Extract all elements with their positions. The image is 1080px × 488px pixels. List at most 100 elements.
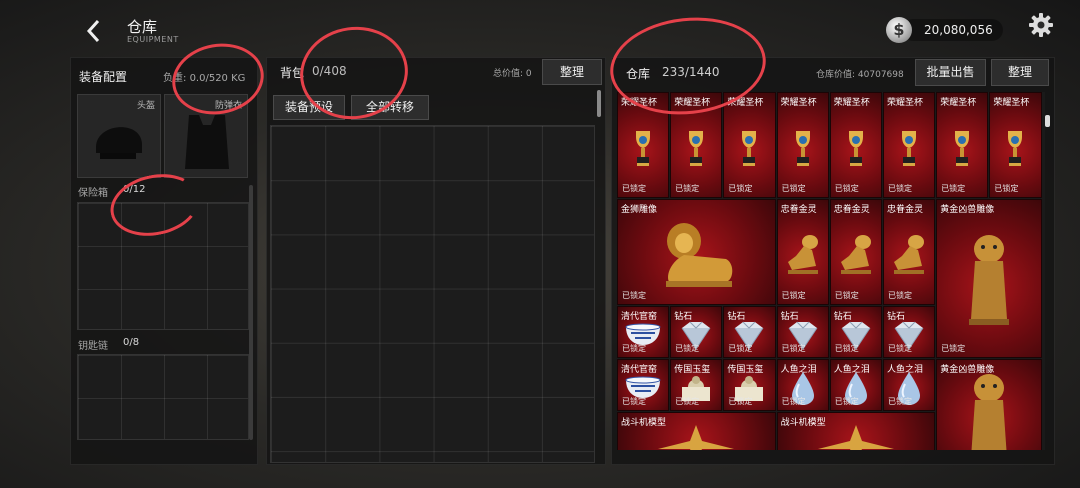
golden-dog-icon	[888, 232, 930, 282]
warehouse-item[interactable]: 钻石 已锁定	[776, 305, 829, 358]
golden-dog-icon	[782, 232, 824, 282]
warehouse-title: 仓库	[626, 67, 651, 81]
locked-label: 已锁定	[781, 397, 806, 407]
helmet-slot[interactable]: 头盔	[77, 94, 161, 178]
locked-label: 已锁定	[622, 343, 646, 353]
lion-statue-icon	[654, 215, 738, 299]
locked-label: 已锁定	[834, 183, 859, 193]
warehouse-item[interactable]: 人鱼之泪 已锁定	[829, 359, 882, 412]
locked-label: 已锁定	[781, 343, 806, 353]
trophy-icon	[738, 128, 760, 172]
locked-label: 已锁定	[675, 183, 700, 193]
back-button[interactable]	[82, 16, 106, 46]
locked-label: 已锁定	[834, 397, 859, 407]
warehouse-scrollbar[interactable]	[1045, 115, 1050, 127]
warehouse-item[interactable]: 荣耀圣杯 已锁定	[989, 92, 1042, 198]
locked-label: 已锁定	[728, 343, 753, 353]
locked-label: 已锁定	[994, 183, 1019, 193]
warehouse-item[interactable]: 荣耀圣杯 已锁定	[723, 92, 776, 198]
warehouse-item[interactable]: 荣耀圣杯 已锁定	[670, 92, 723, 198]
backpack-scrollbar[interactable]	[597, 90, 601, 117]
warehouse-item[interactable]: 战斗机模型	[617, 412, 776, 450]
chevron-left-icon	[86, 19, 100, 43]
warehouse-item[interactable]: 荣耀圣杯 已锁定	[829, 92, 882, 198]
locked-label: 已锁定	[941, 343, 966, 353]
bulk-sell-button[interactable]: 批量出售	[915, 59, 986, 86]
warehouse-item[interactable]: 人鱼之泪 已锁定	[776, 359, 829, 412]
weight-label-text: 负重:	[163, 73, 187, 84]
locked-label: 已锁定	[728, 183, 753, 193]
warehouse-item[interactable]: 忠眷金灵 已锁定	[883, 198, 936, 305]
weight-label: 负重: 0.0/520 KG	[163, 69, 245, 84]
transfer-all-button[interactable]: 全部转移	[351, 95, 429, 120]
item-name: 荣耀圣杯	[674, 98, 711, 108]
backpack-title: 背包	[280, 66, 305, 80]
warehouse-item[interactable]: 传国玉玺 已锁定	[723, 359, 776, 412]
warehouse-value-number: 40707698	[857, 70, 904, 80]
item-name: 忠眷金灵	[833, 204, 870, 215]
warehouse-item[interactable]: 忠眷金灵 已锁定	[776, 198, 829, 305]
locked-label: 已锁定	[888, 397, 912, 407]
trophy-icon	[685, 128, 707, 172]
warehouse-item[interactable]: 忠眷金灵 已锁定	[829, 198, 882, 305]
equipment-scrollbar[interactable]	[249, 185, 253, 440]
warehouse-item[interactable]: 钻石 已锁定	[829, 305, 882, 358]
warehouse-item[interactable]: 黄金凶兽雕像已锁定	[936, 359, 1042, 450]
item-name: 荣耀圣杯	[940, 98, 977, 108]
equipment-title: 装备配置	[79, 70, 128, 84]
item-name: 黄金凶兽雕像	[940, 204, 995, 215]
keychain-count: 0/8	[123, 337, 140, 348]
trophy-icon	[898, 128, 920, 172]
jet-model-icon	[656, 423, 736, 450]
warehouse-item[interactable]: 金狮雕像 已锁定	[617, 198, 776, 305]
locked-label: 已锁定	[728, 397, 753, 407]
warehouse-item[interactable]: 清代官窑 已锁定	[617, 359, 670, 412]
safebox-grid[interactable]	[77, 202, 249, 330]
warehouse-item[interactable]: 荣耀圣杯 已锁定	[936, 92, 989, 198]
item-name: 荣耀圣杯	[887, 98, 924, 108]
warehouse-item[interactable]: 人鱼之泪 已锁定	[883, 359, 936, 412]
locked-label: 已锁定	[622, 397, 646, 407]
page-subtitle: EQUIPMENT	[127, 35, 179, 44]
locked-label: 已锁定	[675, 397, 700, 407]
warehouse-item[interactable]: 清代官窑 已锁定	[617, 305, 670, 358]
warehouse-item[interactable]: 荣耀圣杯 已锁定	[776, 92, 829, 198]
currency-display: 20,080,056	[902, 19, 1003, 41]
locked-label: 已锁定	[781, 290, 806, 300]
settings-button[interactable]	[1026, 10, 1056, 40]
backpack-sort-button[interactable]: 整理	[542, 59, 602, 85]
item-name: 忠眷金灵	[887, 204, 924, 215]
trophy-icon	[951, 128, 973, 172]
item-name: 忠眷金灵	[780, 204, 817, 215]
locked-label: 已锁定	[888, 290, 912, 300]
locked-label: 已锁定	[888, 183, 912, 193]
helmet-icon	[96, 127, 142, 159]
equipment-preset-button[interactable]: 装备预设	[273, 95, 345, 120]
item-name: 清代官窑	[621, 365, 658, 375]
warehouse-sort-button[interactable]: 整理	[991, 59, 1049, 86]
warehouse-item[interactable]: 钻石 已锁定	[883, 305, 936, 358]
golden-beast-icon	[963, 370, 1015, 450]
weight-value: 0.0/520 KG	[189, 73, 246, 84]
warehouse-value-label: 仓库价值:	[816, 70, 856, 80]
locked-label: 已锁定	[888, 343, 912, 353]
trophy-icon	[792, 128, 814, 172]
keychain-grid[interactable]	[77, 354, 249, 440]
vest-slot[interactable]: 防弹衣	[164, 94, 248, 178]
warehouse-item[interactable]: 荣耀圣杯 已锁定	[617, 92, 670, 198]
backpack-total-value: 0	[525, 69, 532, 79]
warehouse-item[interactable]: 黄金凶兽雕像已锁定	[936, 198, 1042, 358]
warehouse-item[interactable]: 钻石 已锁定	[670, 305, 723, 358]
backpack-grid[interactable]	[270, 125, 595, 463]
warehouse-item[interactable]: 钻石 已锁定	[723, 305, 776, 358]
warehouse-item[interactable]: 传国玉玺 已锁定	[670, 359, 723, 412]
locked-label: 已锁定	[834, 290, 859, 300]
warehouse-item[interactable]: 荣耀圣杯 已锁定	[883, 92, 936, 198]
safebox-label: 保险箱	[78, 188, 108, 199]
trophy-icon	[845, 128, 867, 172]
locked-label: 已锁定	[622, 290, 646, 300]
safebox-count: 0/12	[123, 184, 146, 195]
item-name: 清代官窑	[621, 311, 658, 322]
trophy-icon	[1004, 128, 1026, 172]
warehouse-item[interactable]: 战斗机模型	[776, 412, 936, 450]
